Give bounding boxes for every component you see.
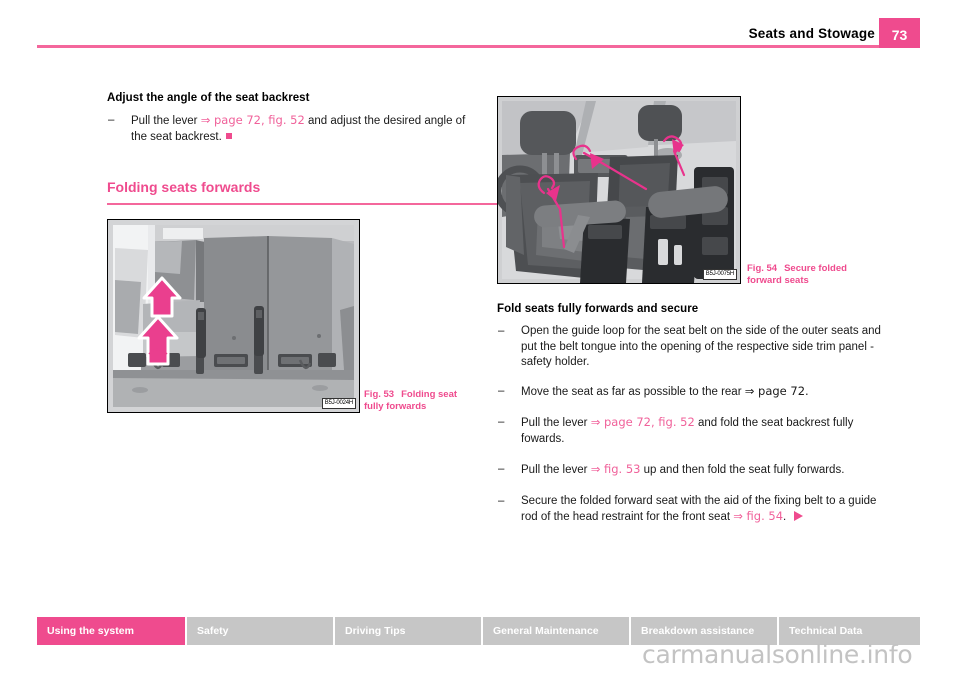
page-header: Seats and Stowage 73 <box>0 0 960 56</box>
list-dash: – <box>498 494 505 507</box>
list-text-pre: Secure the folded forward seat with the … <box>521 494 877 524</box>
list-item: – Move the seat as far as possible to the… <box>497 384 887 401</box>
right-bullet-list: – Open the guide loop for the seat belt o… <box>497 324 887 526</box>
header-divider-rule <box>37 45 920 48</box>
figure-53-label: Fig. 53 <box>364 389 395 400</box>
cross-reference-link[interactable]: ⇒ page 72. <box>745 384 809 398</box>
manual-page: Seats and Stowage 73 Adjust the angle of… <box>0 0 960 673</box>
section-heading-rule <box>107 203 500 205</box>
section-heading: Folding seats forwards <box>107 179 261 195</box>
list-text-post: . <box>783 511 787 523</box>
list-dash: – <box>498 325 505 337</box>
end-of-section-square-icon <box>225 132 232 139</box>
list-item: – Pull the lever ⇒ page 72, fig. 52 and f… <box>497 415 887 447</box>
list-text-pre: Move the seat as far as possible to the … <box>521 385 745 398</box>
figure-53-code: B5J-0024H <box>321 398 356 409</box>
footer-tab-driving-tips[interactable]: Driving Tips <box>335 617 483 645</box>
list-dash: – <box>498 384 505 397</box>
figure-54-code: B5J-0075H <box>702 269 737 280</box>
figure-54-label: Fig. 54 <box>747 263 778 274</box>
footer-tab-general-maintenance[interactable]: General Maintenance <box>483 617 631 645</box>
cross-reference-link[interactable]: ⇒ page 72, fig. 52 <box>201 113 305 127</box>
figure-54-illustration <box>498 97 740 283</box>
cross-reference-link[interactable]: ⇒ fig. 54 <box>733 509 783 523</box>
footer-tab-using-the-system[interactable]: Using the system <box>37 617 187 645</box>
figure-53-image: B5J-0024H <box>107 219 360 413</box>
list-item: – Secure the folded forward seat with the… <box>497 494 887 526</box>
left-subheading: Adjust the angle of the seat backrest <box>107 92 310 104</box>
cross-reference-link[interactable]: ⇒ page 72, fig. 52 <box>591 415 695 429</box>
site-watermark: carmanualsonline.info <box>642 640 913 669</box>
list-dash: – <box>108 114 115 126</box>
list-item: – Open the guide loop for the seat belt o… <box>497 324 887 371</box>
page-number-badge: 73 <box>879 18 920 48</box>
footer-tab-safety[interactable]: Safety <box>187 617 335 645</box>
list-text-pre: Pull the lever <box>521 464 591 476</box>
page-title: Seats and Stowage <box>748 26 875 41</box>
list-text-pre: Pull the lever <box>131 115 201 127</box>
continuation-triangle-icon <box>794 511 804 521</box>
list-text-pre: Pull the lever <box>521 417 591 429</box>
list-item: – Pull the lever ⇒ fig. 53 up and then fo… <box>497 462 887 479</box>
list-dash: – <box>498 416 505 428</box>
figure-53-caption: Fig. 53 Folding seat fully forwards <box>364 389 470 413</box>
figure-53-illustration <box>108 220 359 412</box>
list-text-pre: Open the guide loop for the seat belt on… <box>521 325 881 368</box>
figure-54-image: B5J-0075H <box>497 96 741 284</box>
list-dash: – <box>498 463 505 475</box>
figure-54-caption: Fig. 54 Secure folded forward seats <box>747 263 867 287</box>
page-number: 73 <box>891 26 908 43</box>
right-subheading: Fold seats fully forwards and secure <box>497 303 699 315</box>
cross-reference-link[interactable]: ⇒ fig. 53 <box>591 462 641 476</box>
list-item: – Pull the lever ⇒ page 72, fig. 52 and a… <box>107 113 472 145</box>
right-column: Fold seats fully forwards and secure – Op… <box>497 303 887 539</box>
left-bullet-list: – Pull the lever ⇒ page 72, fig. 52 and a… <box>107 113 472 145</box>
list-text-post: up and then fold the seat fully forwards… <box>640 464 845 476</box>
left-column: Adjust the angle of the seat backrest – P… <box>107 92 500 205</box>
